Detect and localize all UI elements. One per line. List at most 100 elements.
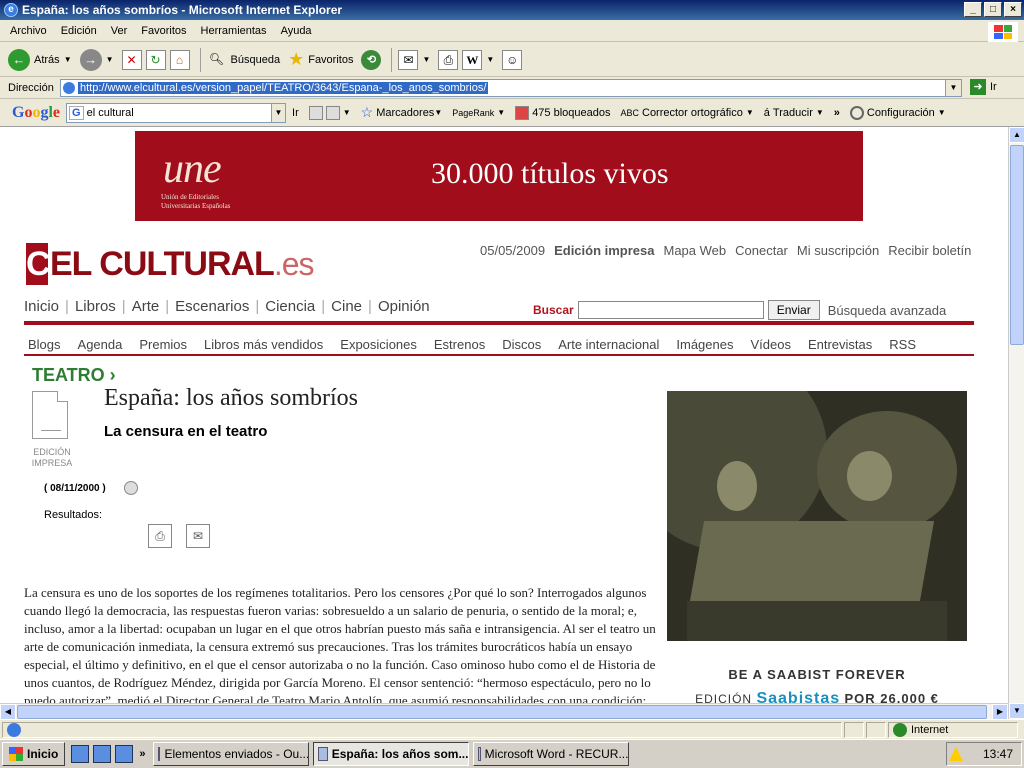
status-bar: Internet — [0, 719, 1024, 739]
quick-launch — [71, 745, 134, 763]
une-banner-ad[interactable]: une Unión de Editoriales Universitarias E… — [135, 131, 863, 221]
section-label[interactable]: TEATRO › — [32, 365, 116, 386]
article-title: España: los años sombríos — [104, 385, 358, 411]
nav-cine[interactable]: Cine — [331, 298, 362, 315]
task-word[interactable]: Microsoft Word - RECUR... — [473, 742, 630, 766]
subnav-agenda[interactable]: Agenda — [78, 337, 123, 352]
site-logo[interactable]: C EL CULTURAL .es — [26, 243, 315, 285]
subnav-rss[interactable]: RSS — [889, 337, 916, 352]
menu-archivo[interactable]: Archivo — [10, 25, 47, 37]
document-icon — [32, 391, 68, 439]
windows-flag-icon — [9, 747, 23, 761]
history-icon[interactable]: ⟲ — [361, 49, 382, 70]
address-dropdown-icon[interactable]: ▼ — [945, 80, 961, 96]
magnifier-icon: 🔍︎ — [208, 51, 225, 66]
word-icon[interactable]: W — [462, 49, 483, 70]
scroll-right-icon[interactable]: ▶ — [992, 704, 1008, 720]
nav-libros[interactable]: Libros — [75, 298, 116, 315]
minimize-button[interactable]: _ — [964, 2, 982, 17]
stop-icon[interactable]: ✕ — [121, 49, 142, 70]
back-arrow-icon: ← — [8, 48, 30, 71]
email-icon[interactable]: ✉ — [186, 524, 210, 548]
warning-icon[interactable] — [948, 747, 963, 761]
home-icon[interactable]: ⌂ — [169, 49, 190, 70]
pagerank-indicator[interactable]: PageRank ▼ — [452, 108, 505, 118]
google-tools-icons[interactable]: ▼ — [308, 105, 351, 120]
nav-opinion[interactable]: Opinión — [378, 298, 430, 315]
scroll-up-icon[interactable]: ▲ — [1009, 127, 1024, 143]
rating-icon[interactable] — [124, 481, 138, 495]
google-go-button[interactable]: Ir — [292, 107, 299, 119]
link-edicion-impresa[interactable]: Edición impresa — [554, 243, 654, 258]
subnav-videos[interactable]: Vídeos — [750, 337, 790, 352]
print-icon[interactable]: ⎙ — [148, 524, 172, 548]
favorites-button[interactable]: ★ Favoritos — [288, 49, 353, 70]
maximize-button[interactable]: □ — [984, 2, 1002, 17]
menu-ver[interactable]: Ver — [111, 25, 128, 37]
menu-herramientas[interactable]: Herramientas — [201, 25, 267, 37]
article-subtitle: La censura en el teatro — [104, 423, 268, 440]
subnav-estrenos[interactable]: Estrenos — [434, 337, 485, 352]
nav-ciencia[interactable]: Ciencia — [265, 298, 315, 315]
subnav-blogs[interactable]: Blogs — [28, 337, 61, 352]
subnav-libros-vendidos[interactable]: Libros más vendidos — [204, 337, 323, 352]
vertical-scrollbar[interactable]: ▲ ▼ — [1008, 127, 1024, 719]
settings-button[interactable]: Configuración ▼ — [849, 105, 946, 120]
back-button[interactable]: ← Atrás ▼ — [8, 48, 72, 71]
menu-edicion[interactable]: Edición — [61, 25, 97, 37]
outlook-icon — [158, 747, 161, 761]
window-titlebar: e España: los años sombríos - Microsoft … — [0, 0, 1024, 20]
hscroll-thumb[interactable] — [17, 705, 987, 719]
quicklaunch-outlook-icon[interactable] — [71, 745, 90, 763]
nav-escenarios[interactable]: Escenarios — [175, 298, 249, 315]
google-dropdown-icon[interactable]: ▼ — [271, 103, 286, 122]
quicklaunch-ie-icon[interactable] — [93, 745, 112, 763]
bookmark-star-icon: ☆ — [360, 104, 374, 120]
google-search-input[interactable]: Gel cultural ▼ — [66, 102, 287, 123]
link-boletin[interactable]: Recibir boletín — [888, 243, 971, 258]
refresh-icon[interactable]: ↻ — [145, 49, 166, 70]
subnav-divider — [24, 354, 974, 356]
quicklaunch-more-icon[interactable]: » — [139, 748, 145, 760]
search-button[interactable]: 🔍︎ Búsqueda — [207, 50, 280, 70]
translate-button[interactable]: á Traducir ▼ — [764, 107, 824, 119]
link-conectar[interactable]: Conectar — [735, 243, 788, 258]
mail-icon[interactable]: ✉ — [398, 49, 419, 70]
link-suscripcion[interactable]: Mi suscripción — [797, 243, 879, 258]
sub-nav: Blogs Agenda Premios Libros más vendidos… — [28, 337, 916, 352]
quicklaunch-desktop-icon[interactable] — [115, 745, 134, 763]
scroll-left-icon[interactable]: ◀ — [0, 704, 16, 720]
scroll-thumb[interactable] — [1010, 145, 1024, 345]
advanced-search-link[interactable]: Búsqueda avanzada — [828, 303, 947, 318]
menu-favoritos[interactable]: Favoritos — [141, 25, 186, 37]
subnav-discos[interactable]: Discos — [502, 337, 541, 352]
more-chevron-icon[interactable]: » — [834, 107, 840, 119]
messenger-icon[interactable]: ☺ — [502, 49, 523, 70]
windows-logo-icon — [988, 22, 1018, 42]
horizontal-scrollbar[interactable]: ◀ ▶ — [0, 703, 1008, 720]
popup-blocker[interactable]: 475 bloqueados — [515, 105, 610, 120]
nav-arte[interactable]: Arte — [132, 298, 160, 315]
subnav-premios[interactable]: Premios — [139, 337, 187, 352]
subnav-arte-internacional[interactable]: Arte internacional — [558, 337, 659, 352]
search-submit-button[interactable]: Enviar — [767, 300, 820, 320]
forward-button[interactable]: → ▼ — [79, 48, 114, 71]
start-button[interactable]: Inicio — [2, 742, 66, 766]
task-ie[interactable]: España: los años som... — [313, 742, 470, 766]
nav-inicio[interactable]: Inicio — [24, 298, 59, 315]
scroll-down-icon[interactable]: ▼ — [1009, 703, 1024, 719]
address-input[interactable]: http://www.elcultural.es/version_papel/T… — [60, 79, 962, 97]
task-outlook[interactable]: Elementos enviados - Ou... — [153, 742, 310, 766]
subnav-entrevistas[interactable]: Entrevistas — [808, 337, 872, 352]
spellcheck-button[interactable]: ABC Corrector ortográfico ▼ — [620, 107, 753, 119]
article-date: ( 08/11/2000 ) — [44, 483, 106, 494]
bookmarks-button[interactable]: ☆ Marcadores ▼ — [361, 104, 443, 121]
print-icon[interactable]: ⎙ — [438, 49, 459, 70]
link-mapa-web[interactable]: Mapa Web — [664, 243, 727, 258]
menu-ayuda[interactable]: Ayuda — [281, 25, 312, 37]
go-button[interactable]: ➜ Ir — [970, 79, 997, 95]
subnav-exposiciones[interactable]: Exposiciones — [340, 337, 417, 352]
close-button[interactable]: × — [1004, 2, 1022, 17]
search-input[interactable] — [577, 301, 764, 319]
subnav-imagenes[interactable]: Imágenes — [676, 337, 733, 352]
